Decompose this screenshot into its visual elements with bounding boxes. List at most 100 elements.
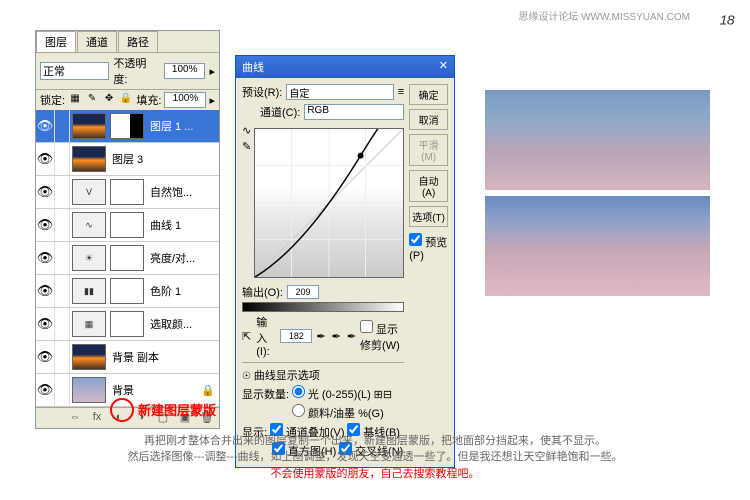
link-col[interactable]	[54, 209, 70, 241]
visibility-icon[interactable]: 👁	[36, 118, 54, 134]
layer-thumb	[72, 344, 106, 370]
white-eyedropper-icon[interactable]: ✒	[347, 330, 356, 343]
output-input[interactable]	[287, 285, 319, 299]
gray-eyedropper-icon[interactable]: ✒	[332, 330, 341, 343]
layer-row[interactable]: 👁 ∿ 曲线 1	[36, 209, 219, 242]
show-clipping-checkbox[interactable]: 显示修剪(W)	[360, 320, 404, 353]
input-gradient	[242, 302, 404, 312]
link-col[interactable]	[54, 176, 70, 208]
visibility-icon[interactable]: 👁	[36, 217, 54, 233]
lock-icon: 🔒	[201, 384, 215, 397]
layer-row[interactable]: 👁 图层 1 ...	[36, 110, 219, 143]
layer-row[interactable]: 👁▦选取颜...	[36, 308, 219, 341]
fill-input[interactable]: 100%	[164, 92, 206, 108]
opacity-input[interactable]: 100%	[164, 63, 206, 79]
instruction-line2: 然后选择图像---调整---曲线，如上图调整，发现天空变通透一些了。但是我还想让…	[0, 449, 750, 466]
layer-name: 选取颜...	[146, 316, 219, 332]
output-label: 输出(O):	[242, 284, 283, 300]
link-layers-icon[interactable]: ⇔	[67, 411, 83, 425]
blend-mode-select[interactable]: 正常	[40, 62, 109, 80]
visibility-icon[interactable]: 👁	[36, 184, 54, 200]
adjustment-thumb: ☀	[72, 245, 106, 271]
lock-label: 锁定:	[40, 92, 65, 108]
tab-channels[interactable]: 通道	[77, 31, 117, 52]
options-button[interactable]: 选项(T)	[409, 206, 448, 227]
link-col[interactable]	[54, 341, 70, 373]
curve-graph[interactable]	[254, 128, 404, 278]
link-col[interactable]	[54, 110, 70, 142]
link-col[interactable]	[54, 308, 70, 340]
dialog-title: 曲线	[242, 59, 264, 75]
tab-paths[interactable]: 路径	[118, 31, 158, 52]
layer-row[interactable]: 👁▮▮色阶 1	[36, 275, 219, 308]
link-col[interactable]	[54, 242, 70, 274]
layer-name: 图层 1 ...	[146, 118, 219, 134]
sky-before	[485, 90, 710, 190]
channel-label: 通道(C):	[260, 104, 300, 120]
link-col[interactable]	[54, 275, 70, 307]
preset-select[interactable]: 自定	[286, 84, 393, 100]
annotation-label: 新建图层蒙版	[138, 400, 216, 419]
adjustment-thumb: ∿	[72, 212, 106, 238]
visibility-icon[interactable]: 👁	[36, 349, 54, 365]
layer-row[interactable]: 👁图层 3	[36, 143, 219, 176]
input-input[interactable]	[280, 329, 312, 343]
pencil-tool-icon[interactable]: ✎	[242, 140, 251, 153]
lock-brush-icon[interactable]: ✎	[85, 93, 99, 107]
visibility-icon[interactable]: 👁	[36, 382, 54, 398]
auto-button[interactable]: 自动(A)	[409, 170, 448, 202]
layer-thumb	[72, 146, 106, 172]
curve-tool-icon[interactable]: ∿	[242, 124, 251, 137]
visibility-icon[interactable]: 👁	[36, 283, 54, 299]
input-label: 输入(I):	[256, 314, 276, 358]
layer-thumb	[72, 377, 106, 403]
layers-panel: 图层 通道 路径 正常 不透明度: 100% ▸ 锁定: ▦ ✎ ✥ 🔒 填充:…	[35, 30, 220, 429]
instruction-line1: 再把刚才整体合并出来的图层复制一个出来，新建图层蒙版，把地面部分挡起来，使其不显…	[0, 433, 750, 450]
layer-name: 背景 副本	[108, 349, 219, 365]
opacity-arrow-icon[interactable]: ▸	[209, 65, 215, 78]
preview-checkbox[interactable]: 预览(P)	[409, 233, 448, 262]
fill-arrow-icon[interactable]: ▸	[209, 94, 215, 107]
mask-thumb	[110, 278, 144, 304]
lock-move-icon[interactable]: ✥	[102, 93, 116, 107]
ok-button[interactable]: 确定	[409, 84, 448, 105]
pigment-radio[interactable]: 颜料/油墨 %(G)	[292, 408, 384, 420]
grid-large-icon[interactable]: ⊟	[383, 389, 392, 401]
eyedropper-toggle-icon[interactable]: ⇱	[242, 330, 252, 343]
tab-layers[interactable]: 图层	[36, 31, 76, 52]
lock-all-icon[interactable]: 🔒	[119, 93, 133, 107]
black-eyedropper-icon[interactable]: ✒	[316, 330, 325, 343]
display-options-header[interactable]: ☉ 曲线显示选项	[242, 367, 404, 383]
layer-row[interactable]: 👁V自然饱...	[36, 176, 219, 209]
sky-after	[485, 196, 710, 296]
dialog-titlebar[interactable]: 曲线 ✕	[236, 56, 454, 78]
preset-menu-icon[interactable]: ≡	[398, 86, 404, 98]
visibility-icon[interactable]: 👁	[36, 151, 54, 167]
watermark: 思缘设计论坛 WWW.MISSYUAN.COM	[518, 8, 690, 23]
instructions: 再把刚才整体合并出来的图层复制一个出来，新建图层蒙版，把地面部分挡起来，使其不显…	[0, 433, 750, 483]
display-amount-label: 显示数量:	[242, 389, 289, 401]
cancel-button[interactable]: 取消	[409, 109, 448, 130]
layer-row[interactable]: 👁 背景 副本	[36, 341, 219, 374]
light-radio[interactable]: 光 (0-255)(L)	[292, 389, 371, 401]
layer-row[interactable]: 👁 ☀ 亮度/对...	[36, 242, 219, 275]
link-col[interactable]	[54, 374, 70, 406]
layer-style-icon[interactable]: fx	[89, 411, 105, 425]
channel-select[interactable]: RGB	[304, 104, 404, 120]
link-col[interactable]	[54, 143, 70, 175]
grid-small-icon[interactable]: ⊞	[374, 389, 383, 401]
mask-thumb	[110, 212, 144, 238]
comparison-images	[485, 90, 710, 302]
visibility-icon[interactable]: 👁	[36, 250, 54, 266]
preset-label: 预设(R):	[242, 84, 282, 100]
add-mask-icon[interactable]: ◐	[111, 411, 127, 425]
layer-name: 曲线 1	[146, 217, 219, 233]
close-icon[interactable]: ✕	[439, 59, 448, 75]
visibility-icon[interactable]: 👁	[36, 316, 54, 332]
lock-transparency-icon[interactable]: ▦	[68, 93, 82, 107]
curves-dialog: 曲线 ✕ 预设(R): 自定 ≡ 通道(C): RGB ∿ ✎	[235, 55, 455, 468]
layer-name: 亮度/对...	[146, 250, 219, 266]
smooth-button[interactable]: 平滑(M)	[409, 134, 448, 166]
mask-thumb	[110, 245, 144, 271]
layer-name: 背景	[108, 382, 201, 398]
